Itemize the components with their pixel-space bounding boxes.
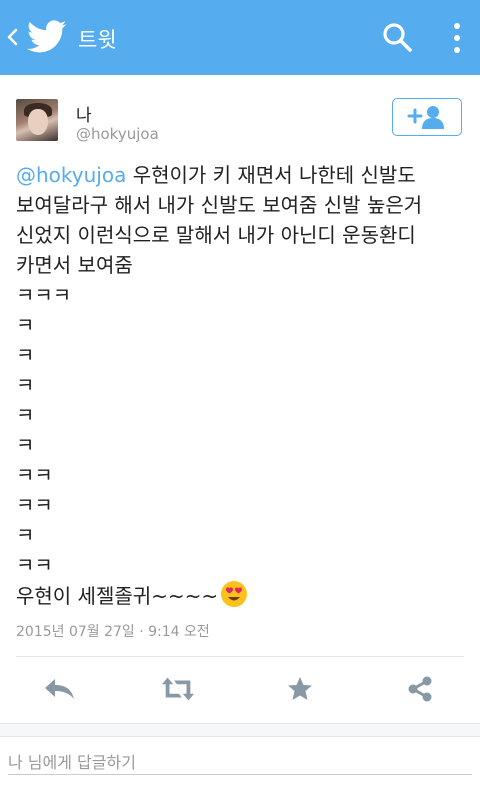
tweet-paragraph: @hokyujoa 우현이가 키 재면서 나한테 신발도 보여달라구 해서 내가… bbox=[16, 160, 466, 280]
author-handle[interactable]: @hokyujoa bbox=[76, 125, 159, 143]
retweet-button[interactable] bbox=[160, 673, 196, 705]
favorite-icon bbox=[288, 677, 312, 700]
reply-icon bbox=[45, 679, 74, 699]
divider bbox=[16, 656, 464, 657]
app-bar: 트윗 bbox=[0, 0, 480, 75]
tweet-timestamp: 2015년 07월 27일 · 9:14 오전 bbox=[16, 624, 210, 640]
avatar[interactable] bbox=[16, 99, 58, 141]
laugh-line: ㅋ bbox=[16, 403, 35, 427]
laugh-line: ㅋ bbox=[16, 313, 35, 337]
twitter-bird-icon[interactable] bbox=[27, 20, 67, 54]
laugh-line: ㅋㅋㅋ bbox=[16, 283, 72, 307]
laugh-line: ㅋ bbox=[16, 523, 35, 547]
heart-eyes-emoji bbox=[221, 581, 248, 607]
closing-line: 우현이 세젤졸귀~~~~ bbox=[16, 580, 466, 611]
follow-button[interactable] bbox=[392, 98, 462, 136]
author-name[interactable]: 나 bbox=[76, 101, 92, 126]
tweet-actions bbox=[0, 665, 480, 715]
share-icon bbox=[408, 676, 432, 702]
more-vertical-icon[interactable] bbox=[447, 20, 467, 56]
tweet-author-header: 나 @hokyujoa bbox=[0, 75, 480, 165]
search-icon[interactable] bbox=[380, 20, 414, 54]
laugh-line: ㅋ bbox=[16, 433, 35, 457]
add-user-icon bbox=[407, 106, 444, 129]
laugh-line: ㅋ bbox=[16, 343, 35, 367]
share-button[interactable] bbox=[402, 673, 438, 705]
laugh-line: ㅋㅋ bbox=[16, 553, 53, 577]
mention-link[interactable]: @hokyujoa bbox=[16, 163, 126, 187]
back-icon[interactable] bbox=[4, 22, 20, 52]
tweet-text: @hokyujoa 우현이가 키 재면서 나한테 신발도 보여달라구 해서 내가… bbox=[16, 160, 466, 611]
reply-button[interactable] bbox=[42, 673, 78, 705]
laugh-line: ㅋㅋ bbox=[16, 493, 53, 517]
page-title: 트윗 bbox=[78, 28, 117, 52]
reply-input[interactable]: 나 님에게 답글하기 bbox=[8, 749, 136, 773]
closing-text: 우현이 세젤졸귀~~~~ bbox=[16, 584, 219, 608]
reply-input-underline bbox=[8, 774, 472, 775]
avatar-face bbox=[28, 109, 48, 135]
laugh-line: ㅋㅋ bbox=[16, 463, 53, 487]
retweet-icon bbox=[161, 677, 195, 701]
favorite-button[interactable] bbox=[282, 673, 318, 705]
section-divider bbox=[0, 723, 480, 737]
laugh-line: ㅋ bbox=[16, 373, 35, 397]
